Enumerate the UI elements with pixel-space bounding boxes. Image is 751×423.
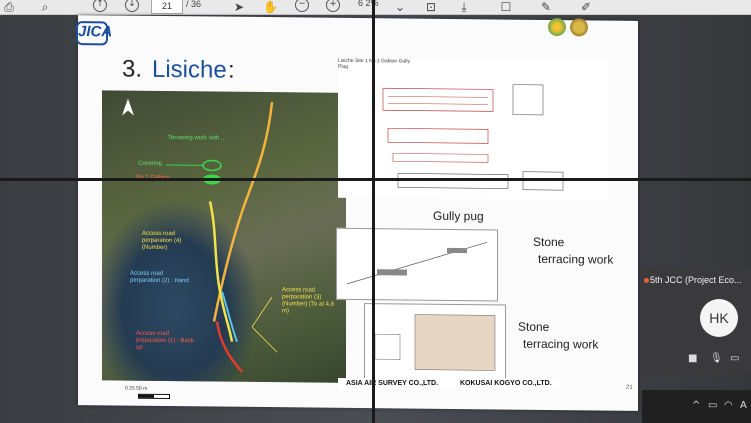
label-covering: Covering [138, 160, 163, 167]
map-scale-bar [138, 393, 170, 400]
footer-company-2: KOKUSAI KOGYO CO.,LTD. [460, 380, 552, 387]
map-scale-text: 0 25 50 m [125, 385, 148, 392]
label-stone-1: Stone [533, 234, 565, 250]
taskbar: ^ ▭ ◠ A [642, 390, 751, 423]
page-number-input[interactable]: 21 [151, 0, 183, 14]
wifi-icon[interactable]: ◠ [724, 400, 733, 411]
title-colon: : [228, 56, 235, 84]
zoom-out-icon[interactable]: − [295, 0, 309, 12]
battery-icon[interactable]: ▭ [708, 400, 717, 411]
label-access-2: Access road perparation (2) : Hand [130, 270, 189, 285]
pdf-toolbar: ⎙ ⌕ ↑ ↓ 21 / 36 ➤ ✋ − + 6 2% ⌄ ⊡ ⤓ ☐ ✎ ✐ [0, 0, 751, 15]
draw-icon[interactable]: ✐ [580, 0, 592, 14]
cursor-icon[interactable]: ➤ [232, 0, 246, 14]
font-icon[interactable]: A [740, 400, 747, 411]
search-icon[interactable]: ⌕ [38, 0, 52, 14]
label-stone-2: Stone [518, 319, 550, 335]
chevron-down-icon[interactable]: ⌄ [395, 0, 405, 14]
north-arrow-icon [122, 98, 134, 116]
presentation-slide: JICA 3. Lisiche : Terracing work with ..… [76, 15, 638, 411]
label-access-4: Access road perparation (4) (Number) [142, 230, 182, 252]
label-terracing: Terracing work with ... [168, 135, 227, 142]
avatar[interactable]: HK [700, 299, 738, 337]
satellite-map: Terracing work with ... Covering No.1 Ga… [102, 90, 346, 383]
label-terracing-2: terracing work [523, 336, 599, 352]
drawing-caption: Lisiche Site 1 No.1 Gabion Gully Plug [338, 57, 410, 70]
mic-icon[interactable]: 🎙 [710, 353, 723, 364]
meeting-panel[interactable]: 5th JCC (Project Eco... HK ■ 🎙 ▭ [642, 267, 751, 374]
label-gully-plug: Gully pug [433, 208, 484, 224]
wall-seam-horizontal [0, 178, 751, 181]
highlight-icon[interactable]: ✎ [540, 0, 552, 14]
title-number: 3. [122, 55, 143, 83]
page-title: Lisiche [152, 55, 227, 84]
label-access-1: Access road preparation (1) : Back up [136, 330, 194, 351]
zoom-in-icon[interactable]: + [326, 0, 340, 12]
zoom-level[interactable]: 6 2% [358, 0, 379, 8]
slide-number: 21 [626, 384, 633, 391]
stone-terracing-drawing-2 [364, 303, 506, 387]
hand-icon[interactable]: ✋ [263, 0, 278, 14]
label-access-3: Access road perparation (3) (Number) (To… [282, 287, 335, 315]
road-line-orange [212, 101, 274, 322]
share-screen-icon[interactable]: ▭ [730, 353, 739, 364]
footer-company-1: ASIA AIR SURVEY CO.,LTD. [346, 380, 439, 387]
terracing-marker [202, 159, 222, 172]
wall-seam-vertical [372, 0, 375, 423]
down-arrow-icon[interactable]: ↓ [125, 0, 139, 12]
chevron-up-icon[interactable]: ^ [692, 400, 700, 411]
camera-icon[interactable]: ■ [688, 353, 697, 364]
meeting-title: 5th JCC (Project Eco... [650, 275, 742, 285]
partner-logo-2 [570, 18, 588, 37]
comment-icon[interactable]: ☐ [500, 0, 512, 14]
up-arrow-icon[interactable]: ↑ [93, 0, 107, 12]
fit-page-icon[interactable]: ⊡ [425, 0, 437, 14]
status-dot [644, 278, 649, 283]
download-icon[interactable]: ⤓ [458, 0, 470, 14]
label-terracing-1: terracing work [538, 251, 614, 267]
partner-logo-1 [548, 17, 566, 37]
jica-logo: JICA [78, 23, 113, 41]
print-icon[interactable]: ⎙ [2, 0, 16, 14]
page-total: / 36 [186, 0, 202, 9]
stone-terracing-drawing-1 [336, 227, 498, 302]
